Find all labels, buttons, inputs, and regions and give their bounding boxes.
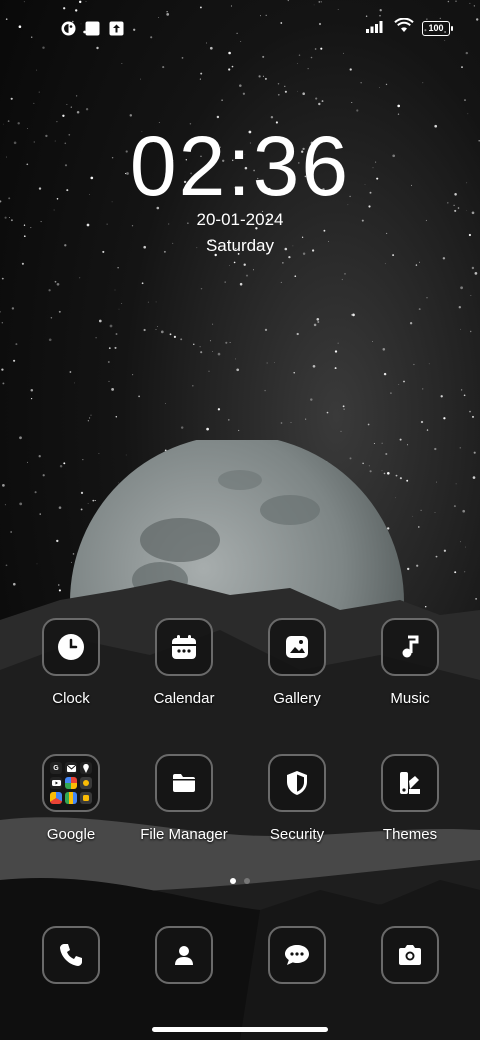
camera-icon [399, 945, 421, 965]
music-icon [402, 635, 419, 658]
app-label: File Manager [140, 826, 228, 843]
dock-camera[interactable] [350, 926, 470, 984]
lock-day: Saturday [205, 236, 275, 255]
app-security[interactable]: Security [237, 754, 357, 843]
app-label: Google [46, 826, 96, 843]
app-label: Gallery [273, 690, 321, 707]
lock-date[interactable]: 20-01-2024 [0, 210, 480, 230]
clock-app-tile[interactable] [42, 618, 100, 676]
clock-icon [58, 634, 84, 660]
page-dot[interactable] [244, 878, 250, 884]
gallery-icon [286, 636, 308, 658]
camera-app-tile[interactable] [381, 926, 439, 984]
dock-phone[interactable] [11, 926, 131, 984]
square-notification-icon [84, 20, 100, 36]
wifi-icon [394, 17, 414, 38]
app-label: Clock [52, 690, 90, 707]
folder-icon [173, 774, 195, 792]
contacts-icon [175, 946, 193, 965]
calendar-app-tile[interactable] [155, 618, 213, 676]
status-bar: 100 [0, 14, 480, 42]
file-manager-app-tile[interactable] [155, 754, 213, 812]
calendar-icon [172, 635, 196, 659]
battery-indicator: 100 [422, 20, 453, 36]
google-folder-tile[interactable]: G [42, 754, 100, 812]
lock-time[interactable]: 02:36 [0, 118, 480, 215]
app-label: Themes [382, 826, 438, 843]
app-music[interactable]: Music [350, 618, 470, 707]
app-themes[interactable]: Themes [350, 754, 470, 843]
themes-icon [400, 772, 420, 794]
contacts-app-tile[interactable] [155, 926, 213, 984]
upload-notification-icon [108, 20, 124, 36]
music-app-tile[interactable] [381, 618, 439, 676]
messages-app-tile[interactable] [268, 926, 326, 984]
app-label: Music [390, 690, 430, 707]
dock-messages[interactable] [237, 926, 357, 984]
gallery-app-tile[interactable] [268, 618, 326, 676]
google-folder-icon: G [50, 762, 92, 804]
app-label: Calendar [153, 690, 215, 707]
app-calendar[interactable]: Calendar [124, 618, 244, 707]
dock-contacts[interactable] [124, 926, 244, 984]
app-gallery[interactable]: Gallery [237, 618, 357, 707]
page-dot-active[interactable] [230, 878, 236, 884]
app-google-folder[interactable]: G Google [11, 754, 131, 843]
app-clock[interactable]: Clock [11, 618, 131, 707]
app-notification-icon [60, 20, 76, 36]
themes-app-tile[interactable] [381, 754, 439, 812]
home-indicator-bar[interactable] [152, 1027, 328, 1032]
home-screen: 100 02:36 20-01-2024 Saturday Clock Cale… [0, 0, 480, 1040]
messages-icon [285, 945, 309, 965]
security-app-tile[interactable] [268, 754, 326, 812]
signal-icon [366, 19, 386, 38]
phone-app-tile[interactable] [42, 926, 100, 984]
system-status-icons: 100 [366, 17, 453, 38]
app-file-manager[interactable]: File Manager [124, 754, 244, 843]
shield-icon [287, 771, 307, 795]
phone-icon [60, 944, 82, 966]
notification-icons [60, 20, 124, 36]
app-label: Security [269, 826, 325, 843]
page-indicator [0, 878, 480, 884]
